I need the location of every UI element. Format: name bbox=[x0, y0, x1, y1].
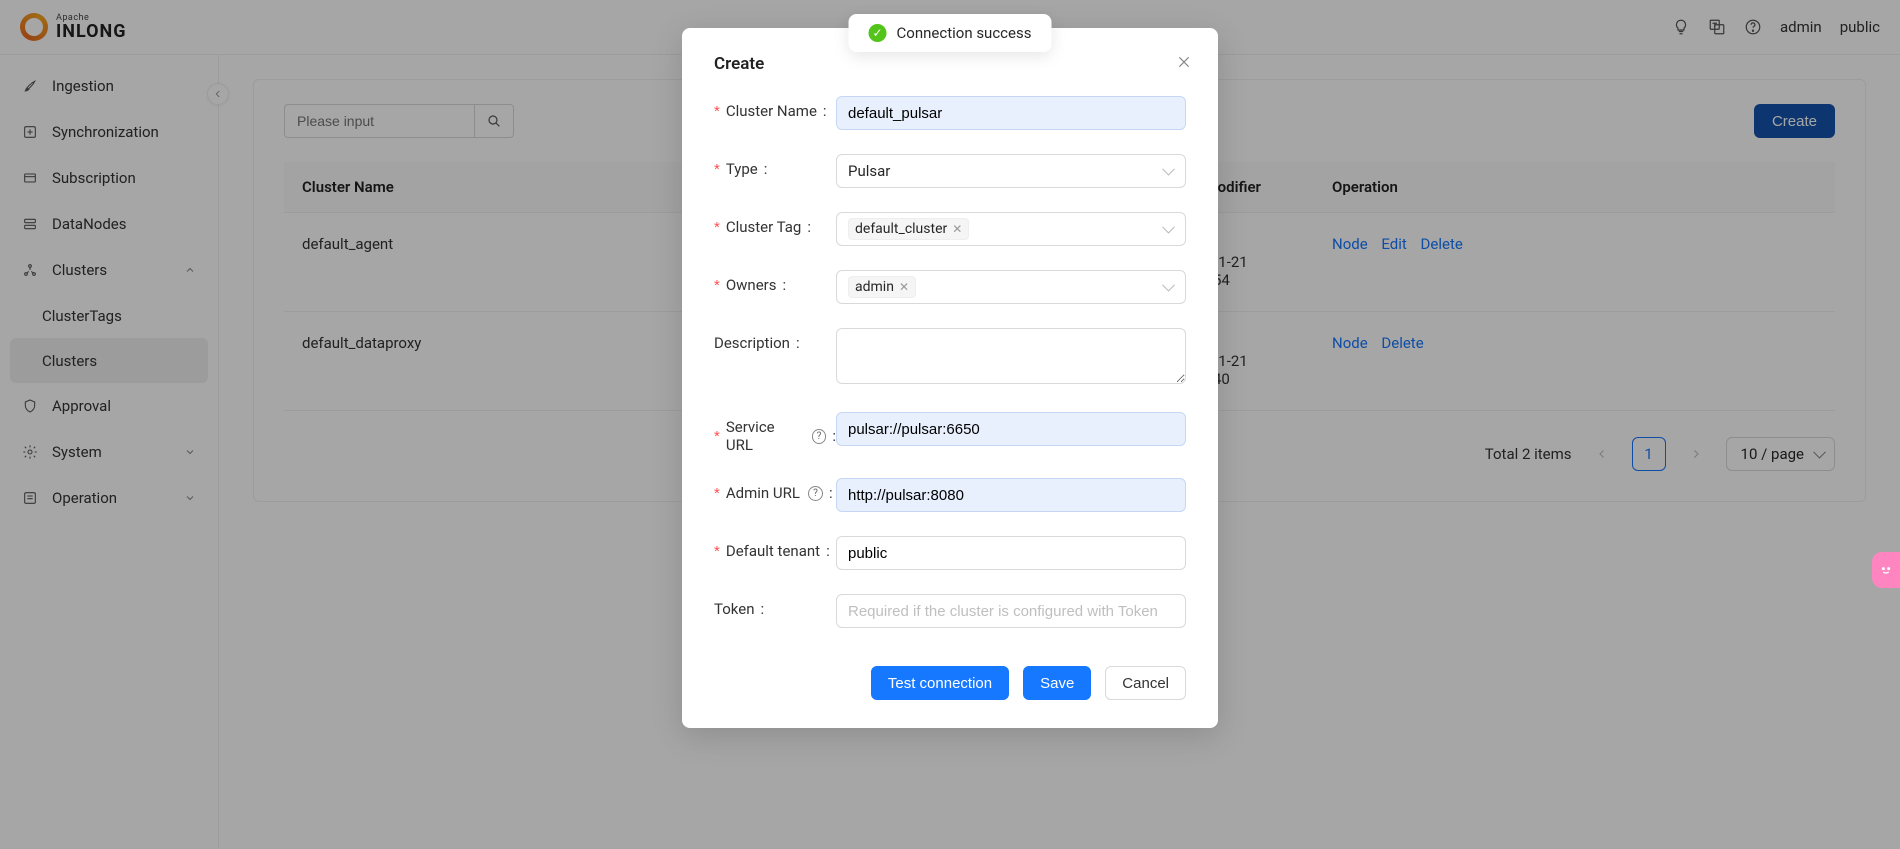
check-circle-icon: ✓ bbox=[869, 24, 887, 42]
owners-select[interactable]: admin✕ bbox=[836, 270, 1186, 304]
modal-title: Create bbox=[714, 54, 1186, 74]
tag-remove-icon[interactable]: ✕ bbox=[899, 280, 909, 294]
save-button[interactable]: Save bbox=[1023, 666, 1091, 700]
close-icon bbox=[1176, 54, 1192, 70]
description-textarea[interactable] bbox=[836, 328, 1186, 384]
toast-text: Connection success bbox=[897, 24, 1032, 42]
create-cluster-modal: Create *Cluster Name: *Type: Pulsar *Clu… bbox=[682, 28, 1218, 728]
test-connection-button[interactable]: Test connection bbox=[871, 666, 1009, 700]
cluster-tag-select[interactable]: default_cluster✕ bbox=[836, 212, 1186, 246]
tag-default-cluster: default_cluster✕ bbox=[848, 218, 969, 240]
cluster-name-input[interactable] bbox=[836, 96, 1186, 130]
modal-close-button[interactable] bbox=[1176, 54, 1192, 70]
assist-icon bbox=[1878, 562, 1894, 578]
type-select[interactable]: Pulsar bbox=[836, 154, 1186, 188]
token-input[interactable] bbox=[836, 594, 1186, 628]
tag-remove-icon[interactable]: ✕ bbox=[952, 222, 962, 236]
toast-success: ✓ Connection success bbox=[849, 14, 1052, 52]
help-icon[interactable]: ? bbox=[812, 429, 827, 444]
help-icon[interactable]: ? bbox=[808, 486, 823, 501]
cancel-button[interactable]: Cancel bbox=[1105, 666, 1186, 700]
default-tenant-input[interactable] bbox=[836, 536, 1186, 570]
service-url-input[interactable] bbox=[836, 412, 1186, 446]
admin-url-input[interactable] bbox=[836, 478, 1186, 512]
tag-admin: admin✕ bbox=[848, 276, 916, 298]
assist-fab[interactable] bbox=[1872, 552, 1900, 588]
